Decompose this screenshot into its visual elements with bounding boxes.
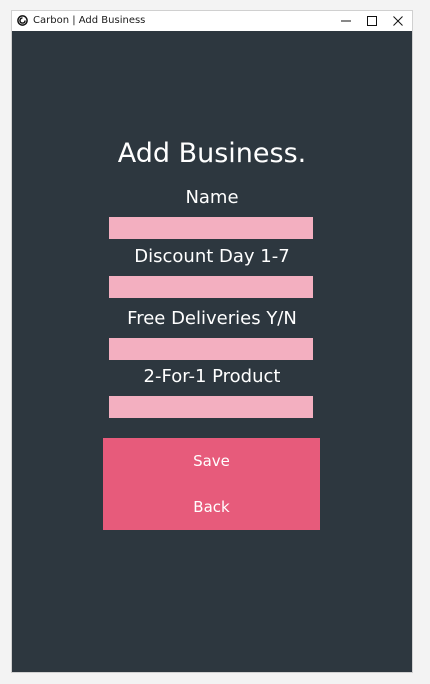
carbon-logo-icon	[17, 15, 28, 26]
discount-day-label: Discount Day 1-7	[134, 246, 290, 267]
add-business-form: Add Business. Name Discount Day 1-7 Free…	[12, 31, 412, 672]
maximize-icon	[367, 16, 377, 26]
title-bar[interactable]: Carbon | Add Business	[12, 11, 412, 31]
back-button[interactable]: Back	[103, 484, 320, 530]
close-button[interactable]	[385, 11, 411, 31]
two-for-one-label: 2-For-1 Product	[143, 366, 281, 387]
free-deliveries-input[interactable]	[109, 338, 313, 360]
action-buttons: Save Back	[103, 438, 320, 530]
discount-day-input[interactable]	[109, 276, 313, 298]
save-button[interactable]: Save	[103, 438, 320, 484]
page-title: Add Business.	[117, 138, 307, 169]
close-icon	[393, 16, 403, 26]
maximize-button[interactable]	[359, 11, 385, 31]
name-label: Name	[185, 187, 239, 208]
minimize-icon	[341, 20, 351, 22]
free-deliveries-label: Free Deliveries Y/N	[127, 308, 297, 329]
app-window: Carbon | Add Business Add Business. Name…	[12, 11, 412, 672]
two-for-one-input[interactable]	[109, 396, 313, 418]
minimize-button[interactable]	[333, 11, 359, 31]
window-title: Carbon | Add Business	[33, 15, 146, 26]
name-input[interactable]	[109, 217, 313, 239]
